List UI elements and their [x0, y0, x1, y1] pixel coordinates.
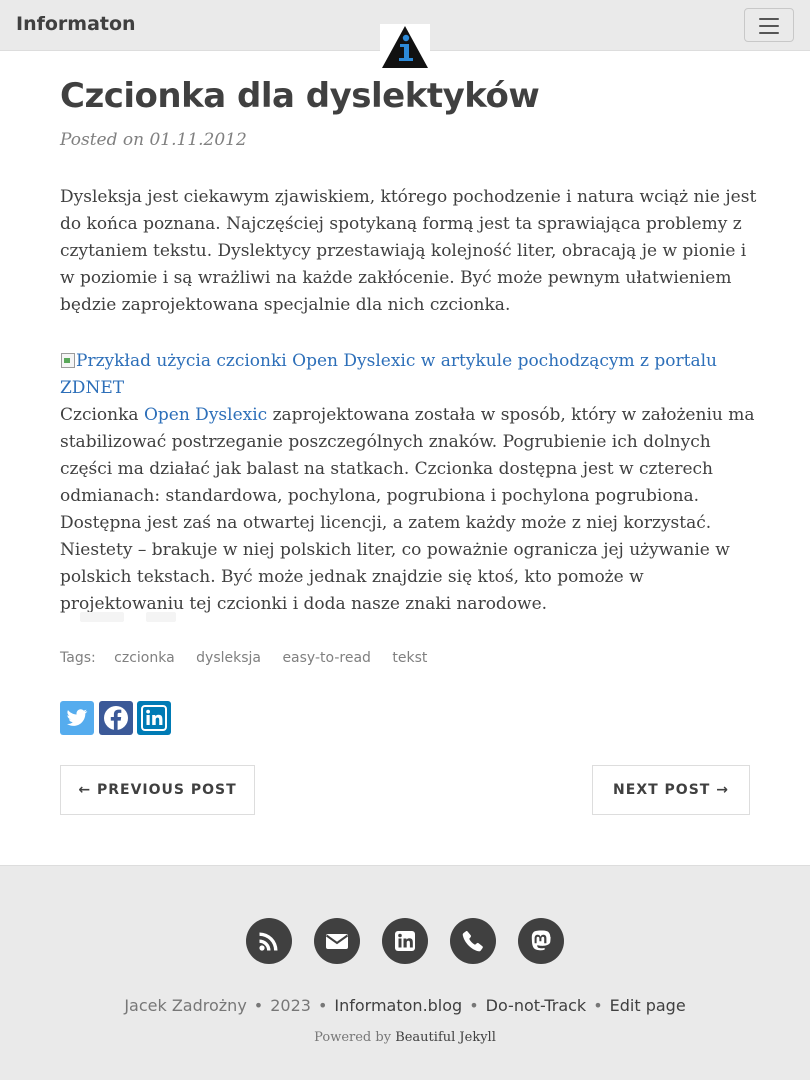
- twitter-icon[interactable]: [60, 701, 94, 735]
- tag-link[interactable]: czcionka: [112, 650, 177, 666]
- footer-author: Jacek Zadrożny: [124, 996, 247, 1015]
- rss-icon[interactable]: [246, 918, 292, 964]
- footer-year: 2023: [270, 996, 311, 1015]
- paragraph-text: zaprojektowana została w sposób, który w…: [60, 405, 755, 614]
- image-alt-text: Przykład użycia czcionki Open Dyslexic w…: [60, 351, 717, 398]
- hamburger-icon-bar: [759, 32, 779, 34]
- tags-label: Tags:: [60, 650, 96, 666]
- phone-icon[interactable]: [450, 918, 496, 964]
- theme-link[interactable]: Beautiful Jekyll: [395, 1030, 496, 1045]
- previous-post-button[interactable]: ← PREVIOUS POST: [60, 765, 255, 815]
- broken-image-icon: [60, 352, 76, 368]
- menu-toggle-button[interactable]: [744, 8, 794, 42]
- open-dyslexic-link[interactable]: Open Dyslexic: [144, 405, 267, 425]
- tag-link[interactable]: dysleksja: [194, 650, 263, 666]
- info-triangle-logo[interactable]: [380, 24, 430, 70]
- hamburger-icon-bar: [759, 25, 779, 27]
- linkedin-icon[interactable]: [382, 918, 428, 964]
- post-title: Czcionka dla dyslektyków: [60, 76, 540, 116]
- tag-link[interactable]: easy-to-read: [280, 650, 372, 666]
- site-brand-link[interactable]: Informaton: [16, 13, 136, 35]
- post-paragraph: Przykład użycia czcionki Open Dyslexic w…: [60, 348, 760, 618]
- footer-links: Jacek Zadrożny • 2023 • Informaton.blog • Do-n…: [124, 996, 686, 1015]
- faded-divider: [60, 612, 200, 624]
- article-image-link[interactable]: Przykład użycia czcionki Open Dyslexic w…: [60, 351, 717, 398]
- facebook-icon[interactable]: [99, 701, 133, 735]
- footer-dnt-link[interactable]: Do-not-Track: [486, 996, 587, 1015]
- footer: Jacek Zadrożny • 2023 • Informaton.blog • Do-n…: [0, 865, 810, 1080]
- tag-link[interactable]: tekst: [390, 650, 429, 666]
- footer-edit-link[interactable]: Edit page: [610, 996, 686, 1015]
- powered-by-label: Powered by: [314, 1030, 392, 1045]
- mastodon-icon[interactable]: [518, 918, 564, 964]
- tags-list: Tags: czcionka dysleksja easy-to-read te…: [60, 650, 442, 666]
- post-meta: Posted on 01.11.2012: [60, 130, 247, 150]
- envelope-icon[interactable]: [314, 918, 360, 964]
- footer-site-link[interactable]: Informaton.blog: [334, 996, 462, 1015]
- powered-by: Powered by Beautiful Jekyll: [0, 1030, 810, 1045]
- next-post-button[interactable]: NEXT POST →: [592, 765, 750, 815]
- paragraph-text: Czcionka: [60, 405, 144, 425]
- linkedin-icon[interactable]: [137, 701, 171, 735]
- post-paragraph: Dysleksja jest ciekawym zjawiskiem, któr…: [60, 187, 757, 315]
- hamburger-icon: [759, 18, 779, 20]
